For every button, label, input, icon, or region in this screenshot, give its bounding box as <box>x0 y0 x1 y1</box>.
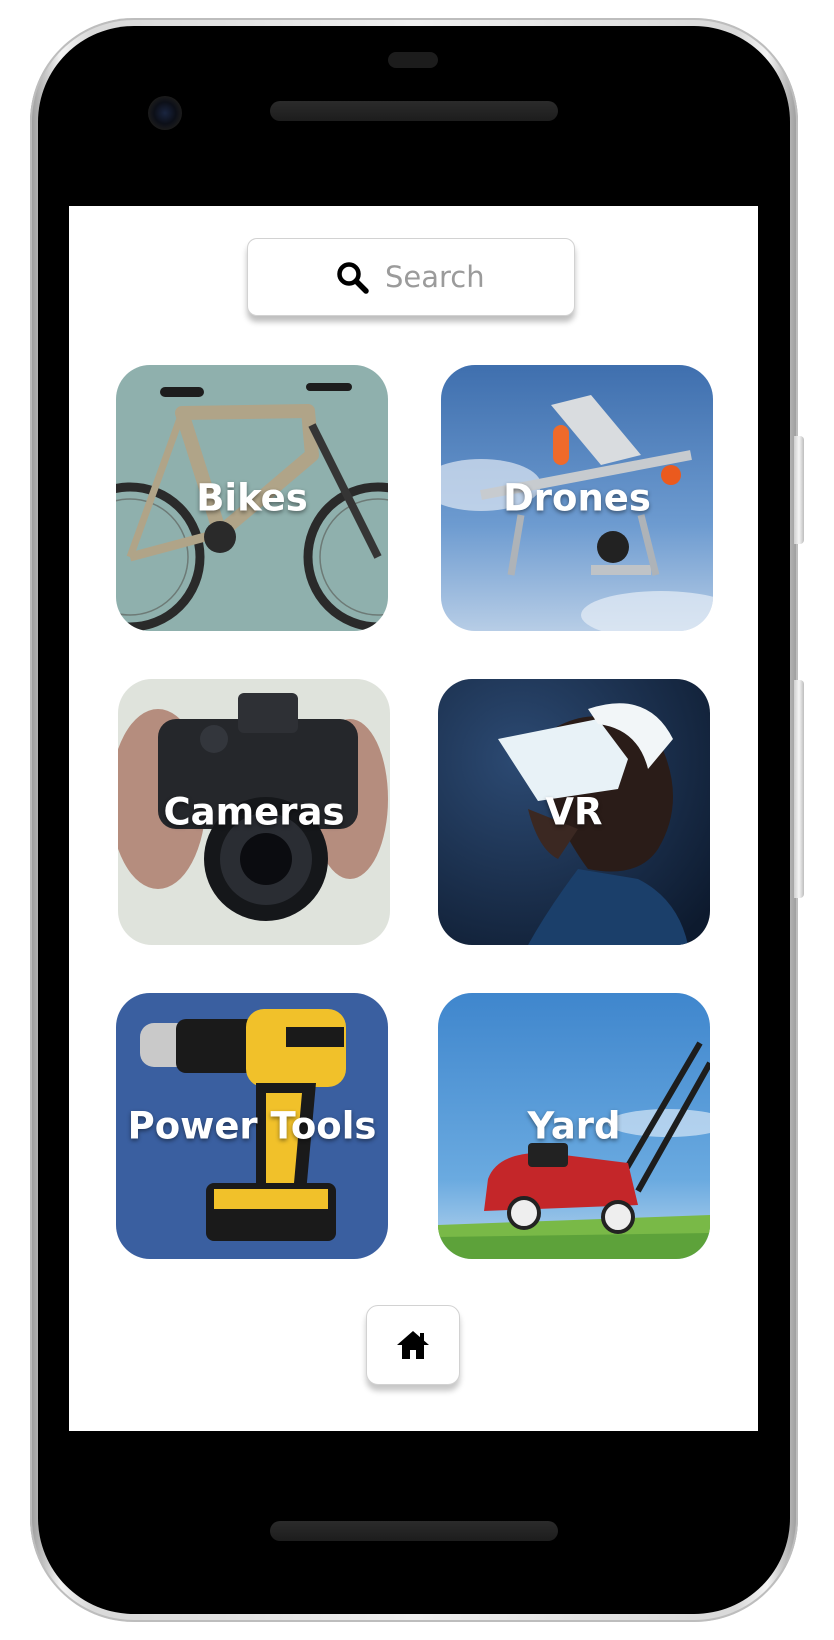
search-icon <box>337 262 369 294</box>
category-label-power-tools: Power Tools <box>127 1104 377 1148</box>
power-button <box>794 680 804 898</box>
volume-button <box>794 436 804 544</box>
category-tile-bikes[interactable]: Bikes <box>116 365 388 631</box>
bottom-speaker-grille <box>270 1521 558 1541</box>
app-screen: Bikes <box>69 206 758 1431</box>
home-icon <box>397 1331 429 1359</box>
earpiece-slot <box>388 52 438 68</box>
phone-device: Bikes <box>0 0 834 1640</box>
category-tile-drones[interactable]: Drones <box>441 365 713 631</box>
top-speaker-grille <box>270 101 558 121</box>
category-tile-vr[interactable]: VR <box>438 679 710 945</box>
search-bar[interactable] <box>247 238 575 316</box>
category-label-bikes: Bikes <box>196 476 308 520</box>
category-tile-power-tools[interactable]: Power Tools <box>116 993 388 1259</box>
category-label-yard: Yard <box>527 1104 621 1148</box>
search-input[interactable] <box>383 259 487 295</box>
category-label-drones: Drones <box>503 476 651 520</box>
category-label-cameras: Cameras <box>163 790 345 834</box>
category-tile-yard[interactable]: Yard <box>438 993 710 1259</box>
category-label-vr: VR <box>545 790 603 834</box>
home-button[interactable] <box>366 1305 460 1385</box>
category-tile-cameras[interactable]: Cameras <box>118 679 390 945</box>
front-camera-icon <box>148 96 182 130</box>
